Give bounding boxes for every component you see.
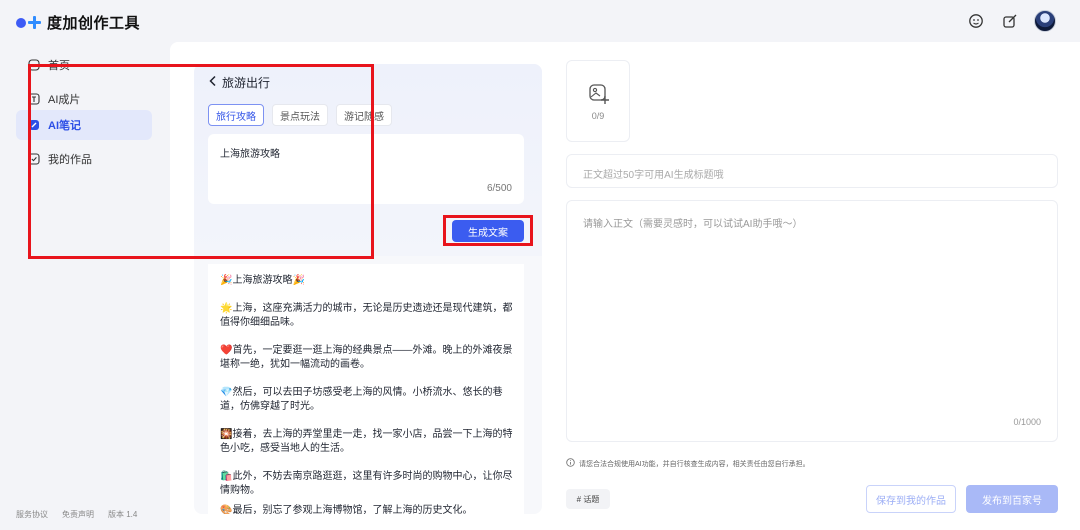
image-upload-button[interactable]: 0/9 [566, 60, 630, 142]
title-placeholder: 正文超过50字可用AI生成标题哦 [583, 170, 724, 181]
footer-links: 服务协议 免责声明 版本 1.4 [16, 509, 137, 520]
publish-button[interactable]: 发布到百家号 [966, 485, 1058, 513]
body-textarea[interactable]: 请输入正文（需要灵感时，可以试试AI助手哦～） 0/1000 [566, 200, 1058, 442]
disclaimer-link[interactable]: 免责声明 [62, 509, 94, 520]
version-label: 版本 1.4 [108, 510, 138, 519]
result-paragraph: 🌟上海，这座充满活力的城市，无论是历史遗迹还是现代建筑，都值得你细细品味。 [220, 303, 513, 328]
feedback-icon[interactable] [966, 11, 986, 31]
ai-usage-notice: 请您合法合规使用AI功能，并自行核查生成内容，相关责任由您自行承担。 [566, 458, 810, 469]
top-header: 度加创作工具 [0, 0, 1080, 42]
title-input[interactable]: 正文超过50字可用AI生成标题哦 [566, 154, 1058, 188]
notice-text: 请您合法合规使用AI功能，并自行核查生成内容，相关责任由您自行承担。 [579, 460, 810, 468]
edit-share-icon[interactable] [1000, 11, 1020, 31]
prompt-char-count: 6/500 [486, 183, 512, 194]
highlight-box-generate-button [443, 215, 533, 246]
result-paragraph: ❤️首先，一定要逛一逛上海的经典景点——外滩。晚上的外滩夜景堪称一绝，犹如一幅流… [220, 345, 513, 370]
add-topic-button[interactable]: # 话题 [566, 489, 610, 509]
result-paragraph: 💎然后，可以去田子坊感受老上海的风情。小桥流水、悠长的巷道，仿佛穿越了时光。 [220, 387, 503, 412]
terms-link[interactable]: 服务协议 [16, 509, 48, 520]
body-placeholder: 请输入正文（需要灵感时，可以试试AI助手哦～） [583, 219, 803, 230]
body-char-count: 0/1000 [1013, 417, 1041, 427]
logo-mark-icon [16, 16, 41, 29]
add-image-icon [588, 83, 610, 108]
info-icon [566, 458, 575, 469]
result-paragraph: 🎨最后，别忘了参观上海博物馆，了解上海的历史文化。 [220, 505, 473, 514]
app-name: 度加创作工具 [47, 15, 141, 32]
result-paragraph: 🛍️此外，不妨去南京路逛逛，这里有许多时尚的购物中心，让你尽情购物。 [220, 471, 513, 496]
save-to-works-button[interactable]: 保存到我的作品 [866, 485, 956, 513]
generated-result[interactable]: 🎉上海旅游攻略🎉 🌟上海，这座充满活力的城市，无论是历史遗迹还是现代建筑，都值得… [208, 264, 524, 514]
user-avatar[interactable] [1034, 10, 1056, 32]
app-logo[interactable]: 度加创作工具 [16, 12, 140, 33]
result-paragraph: 🎇接着，去上海的弄堂里走一走，找一家小店，品尝一下上海的特色小吃，感受当地人的生… [220, 429, 513, 454]
highlight-box-generator [28, 64, 374, 259]
result-paragraph: 🎉上海旅游攻略🎉 [220, 275, 305, 286]
image-count: 0/9 [591, 111, 605, 121]
